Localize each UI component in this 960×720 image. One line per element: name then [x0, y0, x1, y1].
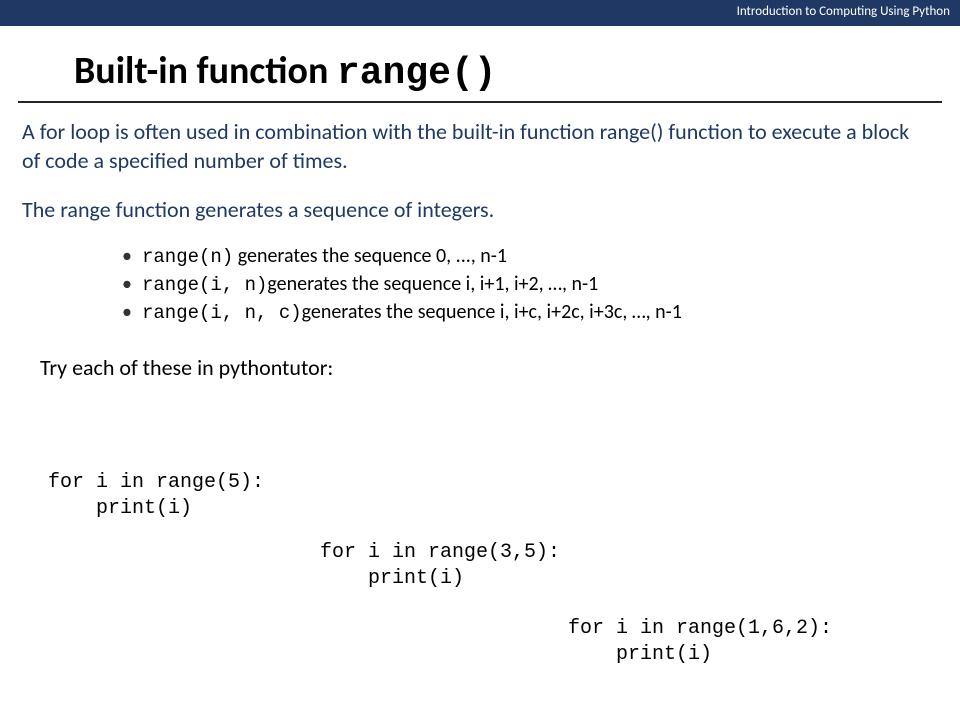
title-area: Built-in function range()	[0, 26, 960, 101]
bullet-item: range(n) generates the sequence 0, ..., …	[122, 244, 932, 268]
header-bar: Introduction to Computing Using Python	[0, 0, 960, 26]
bullet-code: range(i, n)	[142, 274, 267, 296]
course-label: Introduction to Computing Using Python	[737, 4, 950, 19]
title-text: Built-in function	[74, 48, 337, 94]
bullet-code: range(n)	[142, 246, 233, 268]
bullet-list: range(n) generates the sequence 0, ..., …	[122, 244, 932, 324]
try-text: Try each of these in pythontutor:	[40, 354, 932, 381]
intro-p1: A for loop is often used in combination …	[22, 117, 932, 175]
bullet-rest: generates the sequence i, i+1, i+2, …, n…	[267, 272, 598, 296]
title-code: range()	[337, 52, 497, 95]
bullet-rest: generates the sequence i, i+c, i+2c, i+3…	[302, 300, 682, 324]
bullet-item: range(i, n)generates the sequence i, i+1…	[122, 272, 932, 296]
content-area: A for loop is often used in combination …	[0, 103, 960, 381]
code-example-3: for i in range(1,6,2): print(i)	[568, 616, 832, 668]
slide-title: Built-in function range()	[74, 48, 960, 95]
code-example-2: for i in range(3,5): print(i)	[320, 540, 560, 592]
bullet-item: range(i, n, c)generates the sequence i, …	[122, 300, 932, 324]
bullet-rest: generates the sequence 0, ..., n-1	[233, 244, 507, 268]
bullet-code: range(i, n, c)	[142, 302, 302, 324]
intro-text: A for loop is often used in combination …	[22, 117, 932, 224]
code-example-1: for i in range(5): print(i)	[48, 470, 264, 522]
intro-p2: The range function generates a sequence …	[22, 195, 932, 224]
